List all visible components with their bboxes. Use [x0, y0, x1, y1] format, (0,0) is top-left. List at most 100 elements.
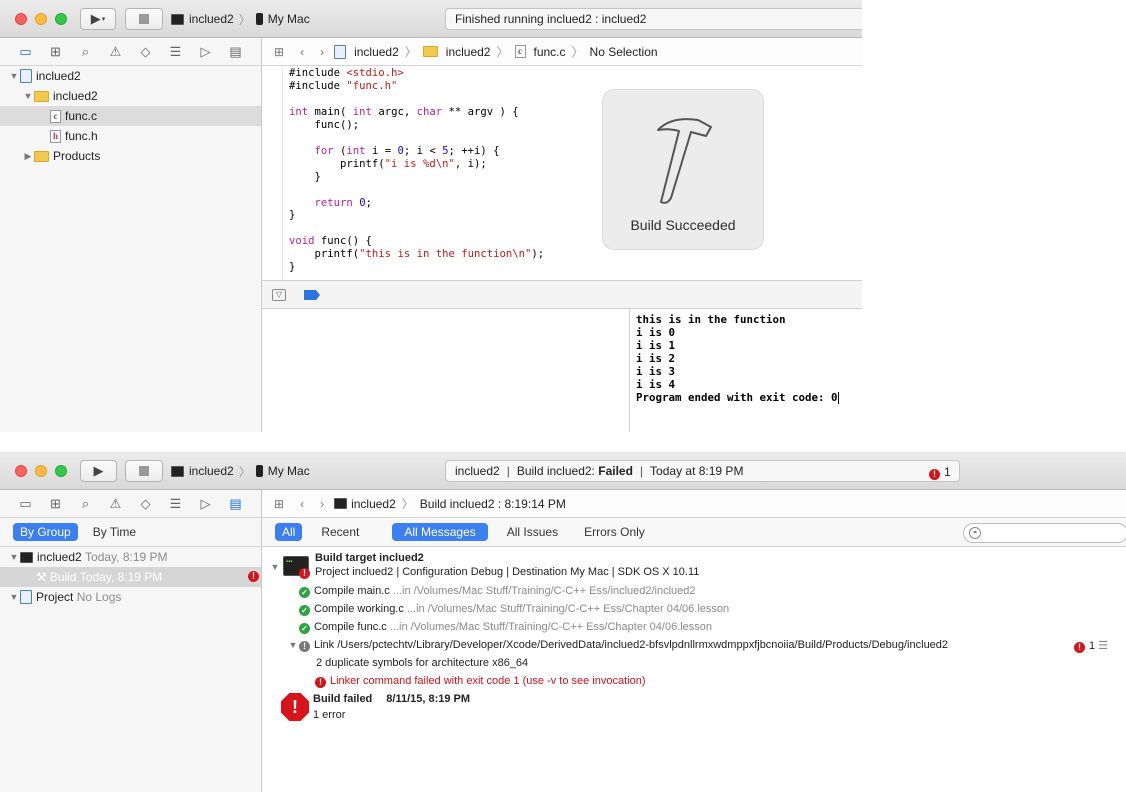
search-icon[interactable]: ⌕ [77, 44, 94, 60]
zoom-button[interactable] [55, 13, 67, 25]
link-error-count: 1 [1089, 640, 1096, 652]
hide-debug-area-icon[interactable]: ▽ [272, 289, 286, 301]
back-icon[interactable]: ‹ [300, 497, 304, 511]
code-line[interactable]: #include <stdio.h> [289, 67, 544, 80]
tab-by-group[interactable]: By Group [13, 523, 78, 541]
disclosure-closed-icon[interactable]: ▶ [22, 151, 34, 162]
minimize-button[interactable] [35, 13, 47, 25]
code-line[interactable]: func(); [289, 119, 544, 132]
filter-errors-only[interactable]: Errors Only [577, 523, 652, 541]
symbol-navigator-icon[interactable]: ⊞ [47, 44, 64, 60]
tree-item-func-h[interactable]: h func.h [0, 126, 261, 146]
minimize-button[interactable] [35, 465, 47, 477]
jump-bar: ⊞ ‹ › inclued2 〉 inclued2 〉 c func.c 〉 N… [262, 38, 862, 66]
zoom-button[interactable] [55, 465, 67, 477]
breakpoint-icon[interactable]: ▷ [197, 496, 214, 512]
run-button[interactable]: ▶ ▾ [80, 8, 116, 30]
code-line[interactable]: for (int i = 0; i < 5; ++i) { [289, 145, 544, 158]
log-row-compile-main[interactable]: ✓ Compile main.c ...in /Volumes/Mac Stuff… [299, 585, 696, 598]
scheme-selector[interactable]: inclued2 〉 My Mac [171, 461, 310, 481]
disclosure-open-icon[interactable]: ▼ [8, 552, 20, 562]
build-target-title[interactable]: Build target inclued2 [315, 552, 424, 564]
code-line[interactable]: int main( int argc, char ** argv ) { [289, 106, 544, 119]
disclosure-open-icon[interactable]: ▼ [269, 562, 281, 572]
folder-icon[interactable]: ▭ [17, 44, 34, 60]
transcript-icon[interactable]: ☰ [1098, 640, 1108, 652]
code-line[interactable] [289, 222, 544, 235]
breadcrumb-project[interactable]: inclued2 [354, 45, 399, 59]
forward-icon[interactable]: › [320, 497, 324, 511]
filter-all-messages[interactable]: All Messages [392, 523, 488, 541]
breakpoints-toggle-icon[interactable] [304, 290, 320, 300]
code-line[interactable]: printf("i is %d\n", i); [289, 158, 544, 171]
debug-icon[interactable]: ☰ [167, 44, 184, 60]
disclosure-open-icon[interactable]: ▼ [22, 91, 34, 101]
breadcrumb-symbol[interactable]: No Selection [590, 45, 658, 59]
search-icon[interactable]: ⌕ [77, 496, 94, 512]
scheme-selector[interactable]: inclued2 〉 My Mac [171, 9, 310, 29]
breadcrumb-build[interactable]: Build inclued2 : 8:19:14 PM [420, 497, 566, 511]
code-line[interactable]: } [289, 209, 544, 222]
variables-view[interactable] [262, 309, 630, 432]
tree-item-products[interactable]: ▶ Products [0, 146, 261, 166]
breadcrumb-group[interactable]: inclued2 [446, 45, 491, 59]
code-line[interactable]: return 0; [289, 197, 544, 210]
tree-item-project[interactable]: ▼ inclued2 [0, 66, 261, 86]
tree-item-func-c[interactable]: c func.c [0, 106, 261, 126]
log-row-compile-func[interactable]: ✓ Compile func.c ...in /Volumes/Mac Stuff… [299, 621, 712, 634]
code-line[interactable] [289, 93, 544, 106]
stop-button[interactable] [125, 8, 163, 30]
tree-item-group[interactable]: ▼ inclued2 [0, 86, 261, 106]
stop-button[interactable] [125, 460, 163, 482]
disclosure-open-icon[interactable]: ▼ [287, 640, 299, 650]
warning-icon[interactable]: ⚠ [107, 496, 124, 512]
test-icon[interactable]: ◇ [137, 44, 154, 60]
run-button[interactable]: ▶ [80, 460, 117, 482]
code-line[interactable] [289, 132, 544, 145]
error-badge[interactable]: ! 1 [929, 465, 951, 480]
report-item-build[interactable]: ⚒ Build Today, 8:19 PM ! [0, 567, 261, 587]
link-error-badge[interactable]: ! 1 ☰ [1074, 639, 1108, 653]
code-line[interactable]: #include "func.h" [289, 80, 544, 93]
source-editor[interactable]: #include <stdio.h> #include "func.h" int … [262, 66, 862, 280]
code-line[interactable]: } [289, 261, 544, 274]
tree-label: Products [53, 149, 101, 163]
code-line[interactable] [289, 184, 544, 197]
log-search-field[interactable]: ◓ [963, 523, 1126, 543]
close-button[interactable] [15, 465, 27, 477]
log-row-link[interactable]: ▼! Link /Users/pctechtv/Library/Developer… [287, 639, 948, 652]
report-icon[interactable]: ▤ [227, 496, 244, 512]
code-line[interactable]: printf("this is in the function\n"); [289, 248, 545, 261]
breadcrumb-file[interactable]: func.c [534, 45, 566, 59]
linker-error-row[interactable]: ! Linker command failed with exit code 1 … [315, 675, 646, 688]
related-items-icon[interactable]: ⊞ [274, 497, 284, 511]
close-button[interactable] [15, 13, 27, 25]
filter-all[interactable]: All [275, 523, 303, 541]
code-line[interactable]: } [289, 171, 544, 184]
warning-icon[interactable]: ⚠ [107, 44, 124, 60]
code-line[interactable]: void func() { [289, 235, 544, 248]
report-icon[interactable]: ▤ [227, 44, 244, 60]
log-row-compile-working[interactable]: ✓ Compile working.c ...in /Volumes/Mac St… [299, 603, 729, 616]
test-icon[interactable]: ◇ [137, 496, 154, 512]
breadcrumb-project[interactable]: inclued2 [351, 497, 396, 511]
debug-icon[interactable]: ☰ [167, 496, 184, 512]
editor-gutter[interactable] [262, 66, 283, 280]
code-text[interactable]: #include <stdio.h> #include "func.h" int … [289, 67, 544, 274]
filter-all-issues[interactable]: All Issues [500, 523, 565, 541]
report-item-project[interactable]: ▼ inclued2 Today, 8:19 PM [0, 547, 261, 567]
tab-by-time[interactable]: By Time [86, 523, 143, 541]
disclosure-open-icon[interactable]: ▼ [8, 71, 20, 81]
related-items-icon[interactable]: ⊞ [274, 45, 284, 59]
back-icon[interactable]: ‹ [300, 45, 304, 59]
breakpoint-icon[interactable]: ▷ [197, 44, 214, 60]
report-item-project-nologs[interactable]: ▼ Project No Logs [0, 587, 261, 607]
forward-icon[interactable]: › [320, 45, 324, 59]
filter-recent[interactable]: Recent [314, 523, 366, 541]
disclosure-open-icon[interactable]: ▼ [8, 592, 20, 602]
symbol-navigator-icon[interactable]: ⊞ [47, 496, 64, 512]
console-output[interactable]: this is in the function i is 0i is 1i is … [631, 309, 862, 432]
log-filter-bar: All Recent All Messages All Issues Error… [262, 518, 1126, 547]
folder-icon[interactable]: ▭ [17, 496, 34, 512]
duplicate-symbols-message[interactable]: 2 duplicate symbols for architecture x86… [316, 657, 528, 669]
